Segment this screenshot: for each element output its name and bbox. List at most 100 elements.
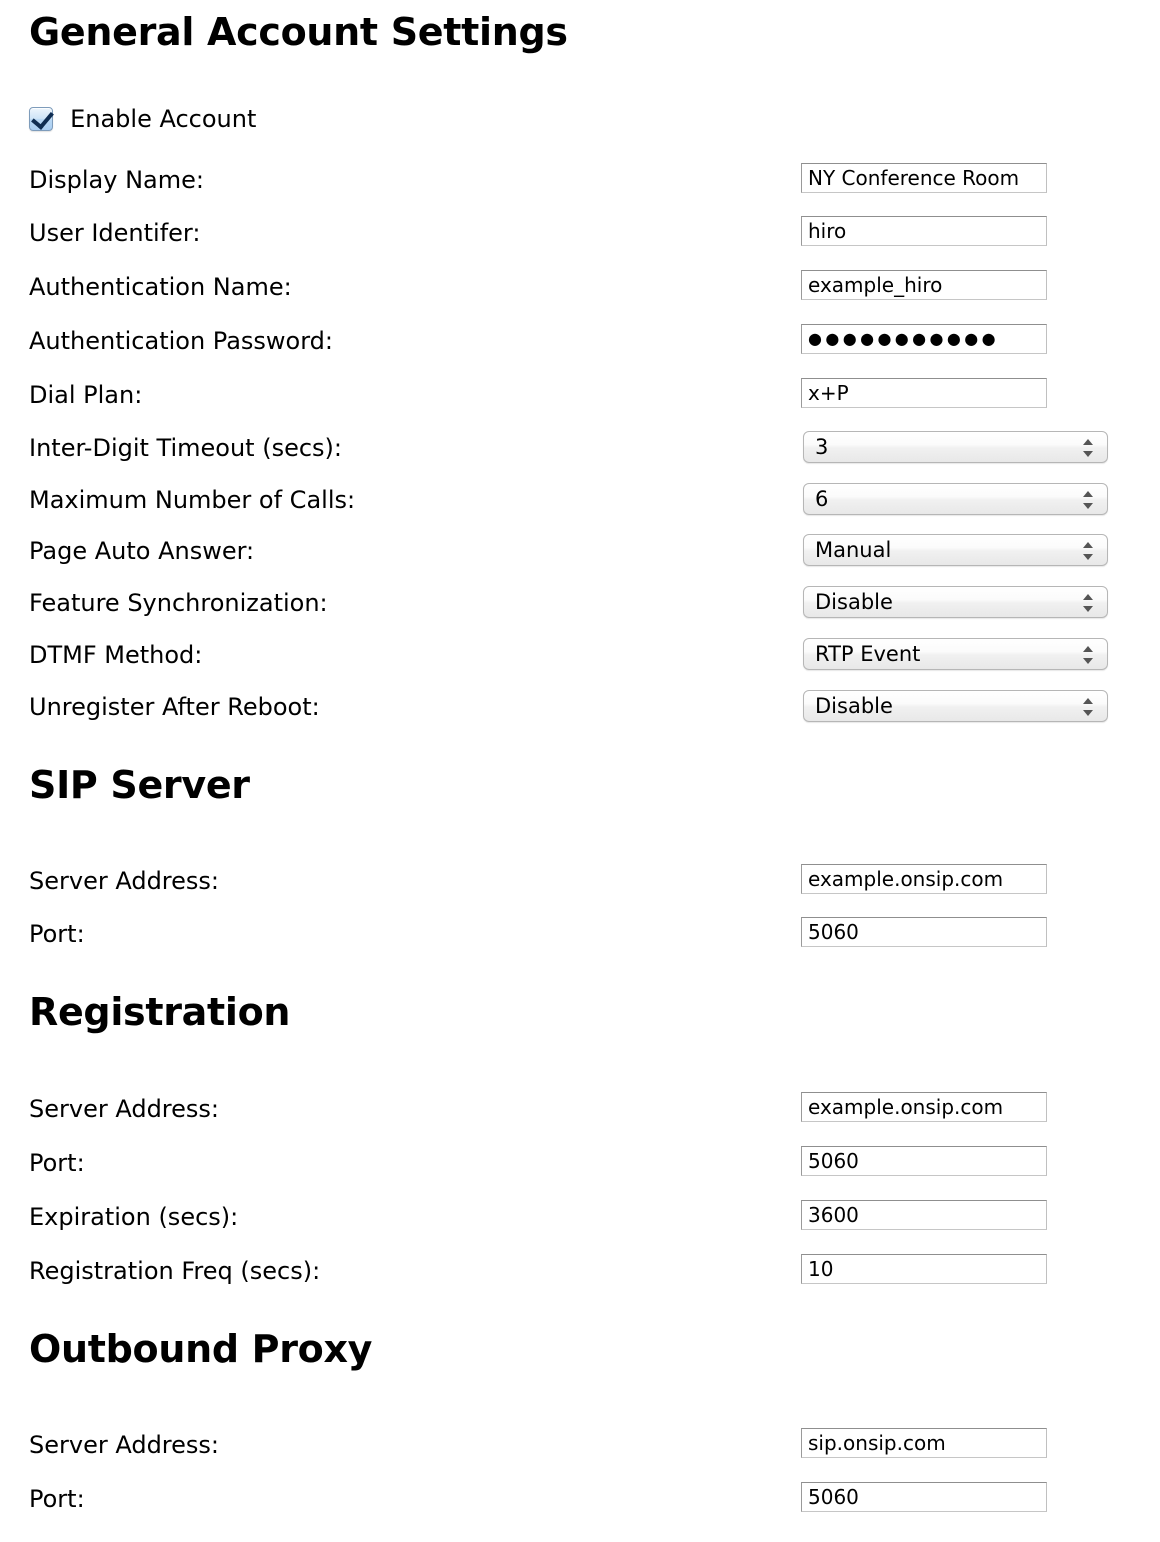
select-unregister-after-reboot[interactable]: Disable	[803, 690, 1108, 722]
form-row-inter-digit-timeout-secs: Inter-Digit Timeout (secs): 3	[0, 431, 1160, 465]
form-row-port: Port: 5060	[0, 1146, 1160, 1180]
select-value-inter-digit-timeout-secs: 3	[815, 435, 829, 459]
select-inter-digit-timeout-secs[interactable]: 3	[803, 431, 1108, 463]
select-value-page-auto-answer: Manual	[815, 538, 892, 562]
stepper-arrows[interactable]	[1083, 691, 1094, 721]
input-value-authentication-name: example_hiro	[808, 273, 943, 297]
field-label-server-address: Server Address:	[29, 867, 219, 895]
triangle-down-icon	[1083, 503, 1093, 509]
select-feature-synchronization[interactable]: Disable	[803, 586, 1108, 618]
form-row-server-address: Server Address: example.onsip.com	[0, 864, 1160, 898]
input-port[interactable]: 5060	[801, 1146, 1047, 1176]
form-row-expiration-secs: Expiration (secs): 3600	[0, 1200, 1160, 1234]
triangle-up-icon	[1083, 594, 1093, 600]
field-label-expiration-secs: Expiration (secs):	[29, 1203, 239, 1231]
field-label-maximum-number-of-calls: Maximum Number of Calls:	[29, 486, 356, 514]
select-dtmf-method[interactable]: RTP Event	[803, 638, 1108, 670]
form-row-page-auto-answer: Page Auto Answer: Manual	[0, 534, 1160, 568]
form-row-user-identifer: User Identifer: hiro	[0, 216, 1160, 250]
input-port[interactable]: 5060	[801, 917, 1047, 947]
input-value-registration-freq-secs: 10	[808, 1257, 834, 1281]
input-server-address[interactable]: example.onsip.com	[801, 1092, 1047, 1122]
input-value-port: 5060	[808, 1149, 859, 1173]
form-row-authentication-password: Authentication Password: ●●●●●●●●●●●	[0, 324, 1160, 358]
input-expiration-secs[interactable]: 3600	[801, 1200, 1047, 1230]
input-value-server-address: example.onsip.com	[808, 867, 1004, 891]
triangle-down-icon	[1083, 658, 1093, 664]
triangle-up-icon	[1083, 542, 1093, 548]
field-label-display-name: Display Name:	[29, 166, 204, 194]
field-label-registration-freq-secs: Registration Freq (secs):	[29, 1257, 321, 1285]
input-value-expiration-secs: 3600	[808, 1203, 859, 1227]
stepper-arrows[interactable]	[1083, 484, 1094, 514]
select-value-feature-synchronization: Disable	[815, 590, 893, 614]
stepper-arrows[interactable]	[1083, 639, 1094, 669]
input-port[interactable]: 5060	[801, 1482, 1047, 1512]
input-value-display-name: NY Conference Room	[808, 166, 1020, 190]
input-value-port: 5060	[808, 1485, 859, 1509]
form-row-port: Port: 5060	[0, 1482, 1160, 1516]
input-value-port: 5060	[808, 920, 859, 944]
form-row-authentication-name: Authentication Name: example_hiro	[0, 270, 1160, 304]
input-authentication-name[interactable]: example_hiro	[801, 270, 1047, 300]
field-label-page-auto-answer: Page Auto Answer:	[29, 537, 255, 565]
select-value-dtmf-method: RTP Event	[815, 642, 921, 666]
form-row-dial-plan: Dial Plan: x+P	[0, 378, 1160, 412]
input-value-authentication-password: ●●●●●●●●●●●	[808, 329, 999, 348]
triangle-up-icon	[1083, 439, 1093, 445]
input-value-user-identifer: hiro	[808, 219, 847, 243]
input-display-name[interactable]: NY Conference Room	[801, 163, 1047, 193]
stepper-arrows[interactable]	[1083, 432, 1094, 462]
input-value-server-address: sip.onsip.com	[808, 1431, 946, 1455]
registration-heading: Registration	[29, 990, 291, 1034]
field-label-port: Port:	[29, 1485, 85, 1513]
field-label-authentication-name: Authentication Name:	[29, 273, 292, 301]
form-row-display-name: Display Name: NY Conference Room	[0, 163, 1160, 197]
enable-account-row[interactable]: Enable Account	[29, 105, 256, 139]
triangle-up-icon	[1083, 491, 1093, 497]
form-row-unregister-after-reboot: Unregister After Reboot: Disable	[0, 690, 1160, 724]
field-label-authentication-password: Authentication Password:	[29, 327, 333, 355]
triangle-down-icon	[1083, 451, 1093, 457]
form-row-server-address: Server Address: example.onsip.com	[0, 1092, 1160, 1126]
page-title: General Account Settings	[29, 10, 568, 54]
triangle-up-icon	[1083, 646, 1093, 652]
form-row-dtmf-method: DTMF Method: RTP Event	[0, 638, 1160, 672]
field-label-port: Port:	[29, 1149, 85, 1177]
triangle-up-icon	[1083, 698, 1093, 704]
input-value-server-address: example.onsip.com	[808, 1095, 1004, 1119]
form-row-registration-freq-secs: Registration Freq (secs): 10	[0, 1254, 1160, 1288]
input-authentication-password[interactable]: ●●●●●●●●●●●	[801, 324, 1047, 354]
stepper-arrows[interactable]	[1083, 587, 1094, 617]
select-maximum-number-of-calls[interactable]: 6	[803, 483, 1108, 515]
select-value-maximum-number-of-calls: 6	[815, 487, 829, 511]
form-row-server-address: Server Address: sip.onsip.com	[0, 1428, 1160, 1462]
select-value-unregister-after-reboot: Disable	[815, 694, 893, 718]
field-label-port: Port:	[29, 920, 85, 948]
field-label-dial-plan: Dial Plan:	[29, 381, 143, 409]
input-server-address[interactable]: sip.onsip.com	[801, 1428, 1047, 1458]
input-registration-freq-secs[interactable]: 10	[801, 1254, 1047, 1284]
enable-account-label: Enable Account	[70, 105, 257, 133]
field-label-user-identifer: User Identifer:	[29, 219, 201, 247]
stepper-arrows[interactable]	[1083, 535, 1094, 565]
input-server-address[interactable]: example.onsip.com	[801, 864, 1047, 894]
sip-server-heading: SIP Server	[29, 763, 250, 807]
field-label-dtmf-method: DTMF Method:	[29, 641, 203, 669]
field-label-server-address: Server Address:	[29, 1431, 219, 1459]
field-label-unregister-after-reboot: Unregister After Reboot:	[29, 693, 320, 721]
triangle-down-icon	[1083, 710, 1093, 716]
input-dial-plan[interactable]: x+P	[801, 378, 1047, 408]
form-row-port: Port: 5060	[0, 917, 1160, 951]
form-row-feature-synchronization: Feature Synchronization: Disable	[0, 586, 1160, 620]
triangle-down-icon	[1083, 554, 1093, 560]
select-page-auto-answer[interactable]: Manual	[803, 534, 1108, 566]
field-label-server-address: Server Address:	[29, 1095, 219, 1123]
input-user-identifer[interactable]: hiro	[801, 216, 1047, 246]
enable-account-checkbox[interactable]	[29, 106, 54, 131]
account-settings-page: General Account Settings Enable Account …	[0, 0, 1160, 1542]
triangle-down-icon	[1083, 606, 1093, 612]
field-label-feature-synchronization: Feature Synchronization:	[29, 589, 328, 617]
outbound-proxy-heading: Outbound Proxy	[29, 1327, 373, 1371]
form-row-maximum-number-of-calls: Maximum Number of Calls: 6	[0, 483, 1160, 517]
